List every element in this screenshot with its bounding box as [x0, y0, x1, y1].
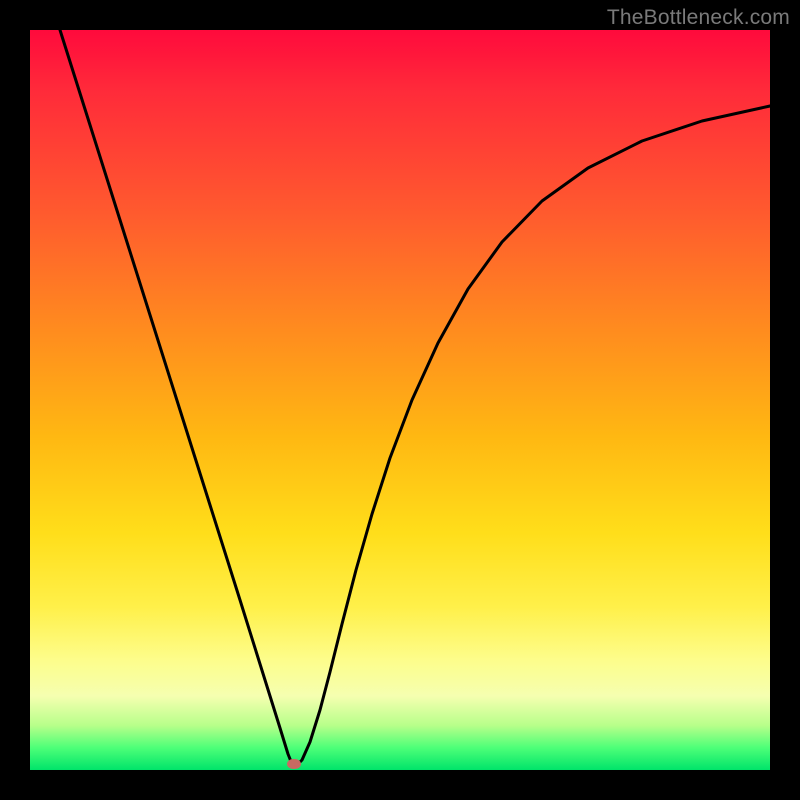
watermark-text: TheBottleneck.com: [607, 6, 790, 30]
minimum-marker: [287, 759, 301, 769]
plot-area: [30, 30, 770, 770]
chart-frame: TheBottleneck.com: [0, 0, 800, 800]
curve-svg: [30, 30, 770, 770]
bottleneck-curve-path: [60, 30, 770, 766]
